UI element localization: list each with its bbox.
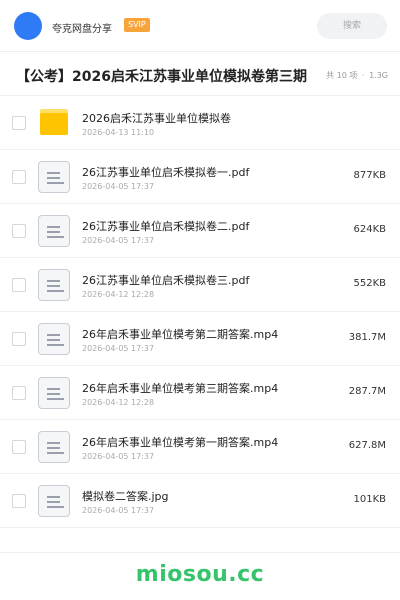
select-checkbox[interactable] [12, 116, 26, 130]
list-item[interactable]: 模拟卷二答案.jpg 2026-04-05 17:37 101KB [0, 474, 400, 528]
select-checkbox[interactable] [12, 440, 26, 454]
list-item[interactable]: 26年启禾事业单位模考第一期答案.mp4 2026-04-05 17:37 62… [0, 420, 400, 474]
header: 夸克网盘分享 SVIP [0, 0, 400, 52]
list-item[interactable]: 26年启禾事业单位模考第三期答案.mp4 2026-04-12 12:28 28… [0, 366, 400, 420]
select-checkbox[interactable] [12, 170, 26, 184]
list-item[interactable]: 26江苏事业单位启禾模拟卷三.pdf 2026-04-12 12:28 552K… [0, 258, 400, 312]
list-item-folder[interactable]: 2026启禾江苏事业单位模拟卷 2026-04-13 11:10 [0, 96, 400, 150]
select-checkbox[interactable] [12, 494, 26, 508]
file-name: 26江苏事业单位启禾模拟卷二.pdf [82, 220, 250, 233]
item-count: 共 10 项 [326, 71, 358, 80]
file-name: 26年启禾事业单位模考第一期答案.mp4 [82, 436, 279, 449]
file-name: 26年启禾事业单位模考第二期答案.mp4 [82, 328, 279, 341]
file-name: 模拟卷二答案.jpg [82, 490, 169, 503]
list-item[interactable]: 26江苏事业单位启禾模拟卷一.pdf 2026-04-05 17:37 877K… [0, 150, 400, 204]
watermark: miosou.cc [135, 562, 265, 587]
share-title-row: 【公考】2026启禾江苏事业单位模拟卷第三期 共 10 项 · 1.3G [0, 52, 400, 96]
select-checkbox[interactable] [12, 386, 26, 400]
file-size: 624KB [353, 224, 386, 235]
document-icon [38, 215, 70, 247]
file-date: 2026-04-12 12:28 [82, 290, 155, 299]
document-icon [38, 323, 70, 355]
select-checkbox[interactable] [12, 332, 26, 346]
file-size: 627.8M [348, 440, 386, 451]
sharer-name: 夸克网盘分享 [52, 24, 112, 35]
search-input[interactable] [317, 13, 387, 39]
file-date: 2026-04-12 12:28 [82, 398, 155, 407]
meta-separator: · [361, 71, 365, 80]
file-size: 877KB [353, 170, 386, 181]
file-list: 2026启禾江苏事业单位模拟卷 2026-04-13 11:10 26江苏事业单… [0, 96, 400, 528]
avatar[interactable] [14, 12, 42, 40]
document-icon [38, 269, 70, 301]
list-item[interactable]: 26江苏事业单位启禾模拟卷二.pdf 2026-04-05 17:37 624K… [0, 204, 400, 258]
file-name: 26江苏事业单位启禾模拟卷三.pdf [82, 274, 250, 287]
file-date: 2026-04-05 17:37 [82, 182, 155, 191]
file-size: 101KB [353, 494, 386, 505]
document-icon [38, 485, 70, 517]
file-name: 26年启禾事业单位模考第三期答案.mp4 [82, 382, 279, 395]
select-checkbox[interactable] [12, 278, 26, 292]
file-date: 2026-04-05 17:37 [82, 506, 155, 515]
file-date: 2026-04-05 17:37 [82, 236, 155, 245]
footer-divider [0, 552, 400, 553]
file-size: 381.7M [348, 332, 386, 343]
total-size: 1.3G [369, 71, 388, 80]
document-icon [38, 431, 70, 463]
file-date: 2026-04-05 17:37 [82, 452, 155, 461]
document-icon [38, 161, 70, 193]
document-icon [38, 377, 70, 409]
file-name: 26江苏事业单位启禾模拟卷一.pdf [82, 166, 250, 179]
svip-badge: SVIP [124, 18, 150, 32]
file-size: 287.7M [348, 386, 386, 397]
list-item[interactable]: 26年启禾事业单位模考第二期答案.mp4 2026-04-05 17:37 38… [0, 312, 400, 366]
folder-icon [38, 107, 70, 139]
file-date: 2026-04-05 17:37 [82, 344, 155, 353]
file-size: 552KB [353, 278, 386, 289]
file-name: 2026启禾江苏事业单位模拟卷 [82, 112, 231, 125]
page-title: 【公考】2026启禾江苏事业单位模拟卷第三期 [16, 69, 307, 85]
select-checkbox[interactable] [12, 224, 26, 238]
file-date: 2026-04-13 11:10 [82, 128, 155, 137]
share-meta: 共 10 项 · 1.3G [326, 70, 388, 81]
